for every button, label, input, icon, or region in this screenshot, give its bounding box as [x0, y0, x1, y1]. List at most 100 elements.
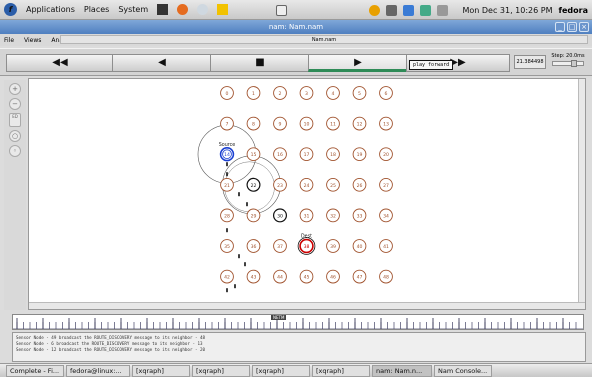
- task-xgraph-4[interactable]: [xqraph]: [312, 364, 370, 377]
- user-menu[interactable]: fedora: [559, 6, 588, 15]
- stop-button[interactable]: ■: [210, 54, 310, 72]
- clock[interactable]: Mon Dec 31, 10:26 PM: [462, 6, 552, 15]
- sensor-node-11[interactable]: 11: [326, 116, 340, 131]
- sensor-node-44[interactable]: 44: [273, 269, 287, 284]
- menu-system[interactable]: System: [118, 5, 148, 14]
- sensor-node-20[interactable]: 20: [379, 147, 393, 162]
- minimize-icon[interactable]: _: [555, 22, 565, 32]
- sensor-node-33[interactable]: 33: [352, 208, 367, 223]
- sensor-node-23[interactable]: 23: [273, 177, 287, 192]
- sensor-node-10[interactable]: 10: [299, 116, 314, 131]
- sensor-node-39[interactable]: 39: [326, 239, 340, 253]
- firefox-launcher-icon[interactable]: [177, 4, 189, 15]
- network-view[interactable]: 0 1 2 3 4 5 67 8 9 10 11 12 1314Source15 16 17 18 19 2021…: [29, 79, 579, 303]
- window-titlebar[interactable]: nam: Nam.nam _ □ ×: [0, 20, 592, 34]
- sensor-node-16[interactable]: 16: [273, 147, 287, 162]
- sensor-node-47[interactable]: 47: [352, 269, 367, 284]
- play-forward-button[interactable]: ▶: [308, 54, 408, 72]
- edit-icon[interactable]: ED: [9, 113, 21, 127]
- task-terminal[interactable]: fedora@linux:...: [66, 364, 130, 377]
- sensor-node-27[interactable]: 27: [379, 177, 393, 192]
- sensor-node-25[interactable]: 25: [326, 177, 340, 192]
- sensor-node-1[interactable]: 1: [246, 86, 261, 100]
- close-icon[interactable]: ×: [579, 22, 589, 32]
- annotation-log[interactable]: Sensor Node - 49 broadcast the ROUTE_DIS…: [12, 332, 586, 362]
- sensor-node-4[interactable]: 4: [326, 86, 340, 100]
- bluetooth-icon[interactable]: [403, 4, 415, 16]
- node-tool-icon[interactable]: ◦: [9, 145, 21, 157]
- step-slider-knob[interactable]: [571, 60, 577, 67]
- step-control[interactable]: Step: 20.0ms: [548, 53, 588, 71]
- sensor-node-3[interactable]: 3: [299, 86, 314, 100]
- clipboard-icon[interactable]: [276, 4, 288, 16]
- task-xgraph-2[interactable]: [xqraph]: [192, 364, 250, 377]
- step-slider[interactable]: [552, 60, 584, 67]
- terminal-launcher-icon[interactable]: [157, 4, 169, 15]
- circle-tool-icon[interactable]: ○: [9, 130, 21, 142]
- menu-places[interactable]: Places: [84, 5, 109, 14]
- back-button[interactable]: ◀: [112, 54, 212, 72]
- sensor-node-37[interactable]: 37: [273, 239, 287, 253]
- task-complete[interactable]: Complete - Fi...: [6, 364, 64, 377]
- sensor-node-35[interactable]: 35: [220, 239, 234, 253]
- sensor-node-29[interactable]: 29: [246, 208, 261, 223]
- sensor-node-43[interactable]: 43: [246, 269, 261, 284]
- timeline-bar[interactable]: NETM: [12, 314, 584, 330]
- volume-icon[interactable]: [386, 4, 398, 16]
- canvas-hscrollbar[interactable]: [29, 302, 585, 309]
- sensor-node-40[interactable]: 40: [352, 239, 367, 253]
- sensor-node-34[interactable]: 34: [379, 208, 393, 223]
- zoom-in-icon[interactable]: +: [9, 83, 21, 95]
- menu-file[interactable]: File: [4, 37, 14, 44]
- sensor-node-28[interactable]: 28: [220, 208, 234, 223]
- sensor-node-9[interactable]: 9: [273, 116, 287, 131]
- sensor-node-0[interactable]: 0: [220, 86, 234, 100]
- sensor-node-5[interactable]: 5: [352, 86, 367, 100]
- maximize-icon[interactable]: □: [567, 22, 577, 32]
- animation-canvas[interactable]: 0 1 2 3 4 5 6 7 8 9 10 11 12 13 14 Source 15 16 17 18 19 20 21…: [28, 78, 586, 310]
- sensor-node-18[interactable]: 18: [326, 147, 340, 162]
- packet-mark: [226, 288, 228, 293]
- update-icon[interactable]: [369, 4, 381, 16]
- battery-icon[interactable]: [437, 4, 449, 16]
- task-xgraph-3[interactable]: [xqraph]: [252, 364, 310, 377]
- editor-launcher-icon[interactable]: [217, 4, 229, 15]
- sensor-node-22[interactable]: 22: [246, 177, 261, 192]
- sensor-node-12[interactable]: 12: [352, 116, 367, 131]
- network-icon[interactable]: [420, 4, 432, 16]
- mail-launcher-icon[interactable]: [197, 4, 209, 15]
- zoom-out-icon[interactable]: −: [9, 98, 21, 110]
- fedora-logo-icon[interactable]: f: [4, 3, 17, 16]
- sensor-node-48[interactable]: 48: [379, 269, 393, 284]
- task-nam-console[interactable]: Nam Console...: [434, 364, 492, 377]
- sensor-node-36[interactable]: 36: [246, 239, 261, 253]
- task-xgraph-1[interactable]: [xqraph]: [132, 364, 190, 377]
- sensor-node-21[interactable]: 21: [220, 177, 234, 192]
- sensor-node-2[interactable]: 2: [273, 86, 287, 100]
- sensor-node-15[interactable]: 15: [246, 147, 261, 162]
- sensor-node-38[interactable]: 38: [297, 237, 316, 255]
- node-id-label: 19: [357, 152, 363, 158]
- sensor-node-8[interactable]: 8: [246, 116, 261, 131]
- sensor-node-42[interactable]: 42: [220, 269, 234, 284]
- sensor-node-19[interactable]: 19: [352, 147, 367, 162]
- sensor-node-13[interactable]: 13: [379, 116, 393, 131]
- side-toolbar: + − ED ○ ◦: [4, 80, 26, 310]
- menu-views[interactable]: Views: [24, 37, 41, 44]
- sensor-node-45[interactable]: 45: [299, 269, 314, 284]
- sensor-node-32[interactable]: 32: [326, 208, 340, 223]
- sensor-node-6[interactable]: 6: [379, 86, 393, 100]
- fast-rewind-button[interactable]: ◀◀: [6, 54, 114, 72]
- sensor-node-17[interactable]: 17: [299, 147, 314, 162]
- canvas-vscrollbar[interactable]: [578, 79, 585, 309]
- sensor-node-26[interactable]: 26: [352, 177, 367, 192]
- sensor-node-7[interactable]: 7: [220, 116, 234, 131]
- sensor-node-14[interactable]: 14: [219, 146, 235, 162]
- sensor-node-24[interactable]: 24: [299, 177, 314, 192]
- sensor-node-31[interactable]: 31: [299, 208, 314, 223]
- sensor-node-41[interactable]: 41: [379, 239, 393, 253]
- sensor-node-30[interactable]: 30: [273, 208, 288, 223]
- task-nam[interactable]: nam: Nam.n...: [372, 364, 432, 377]
- sensor-node-46[interactable]: 46: [326, 269, 340, 284]
- menu-applications[interactable]: Applications: [26, 5, 75, 14]
